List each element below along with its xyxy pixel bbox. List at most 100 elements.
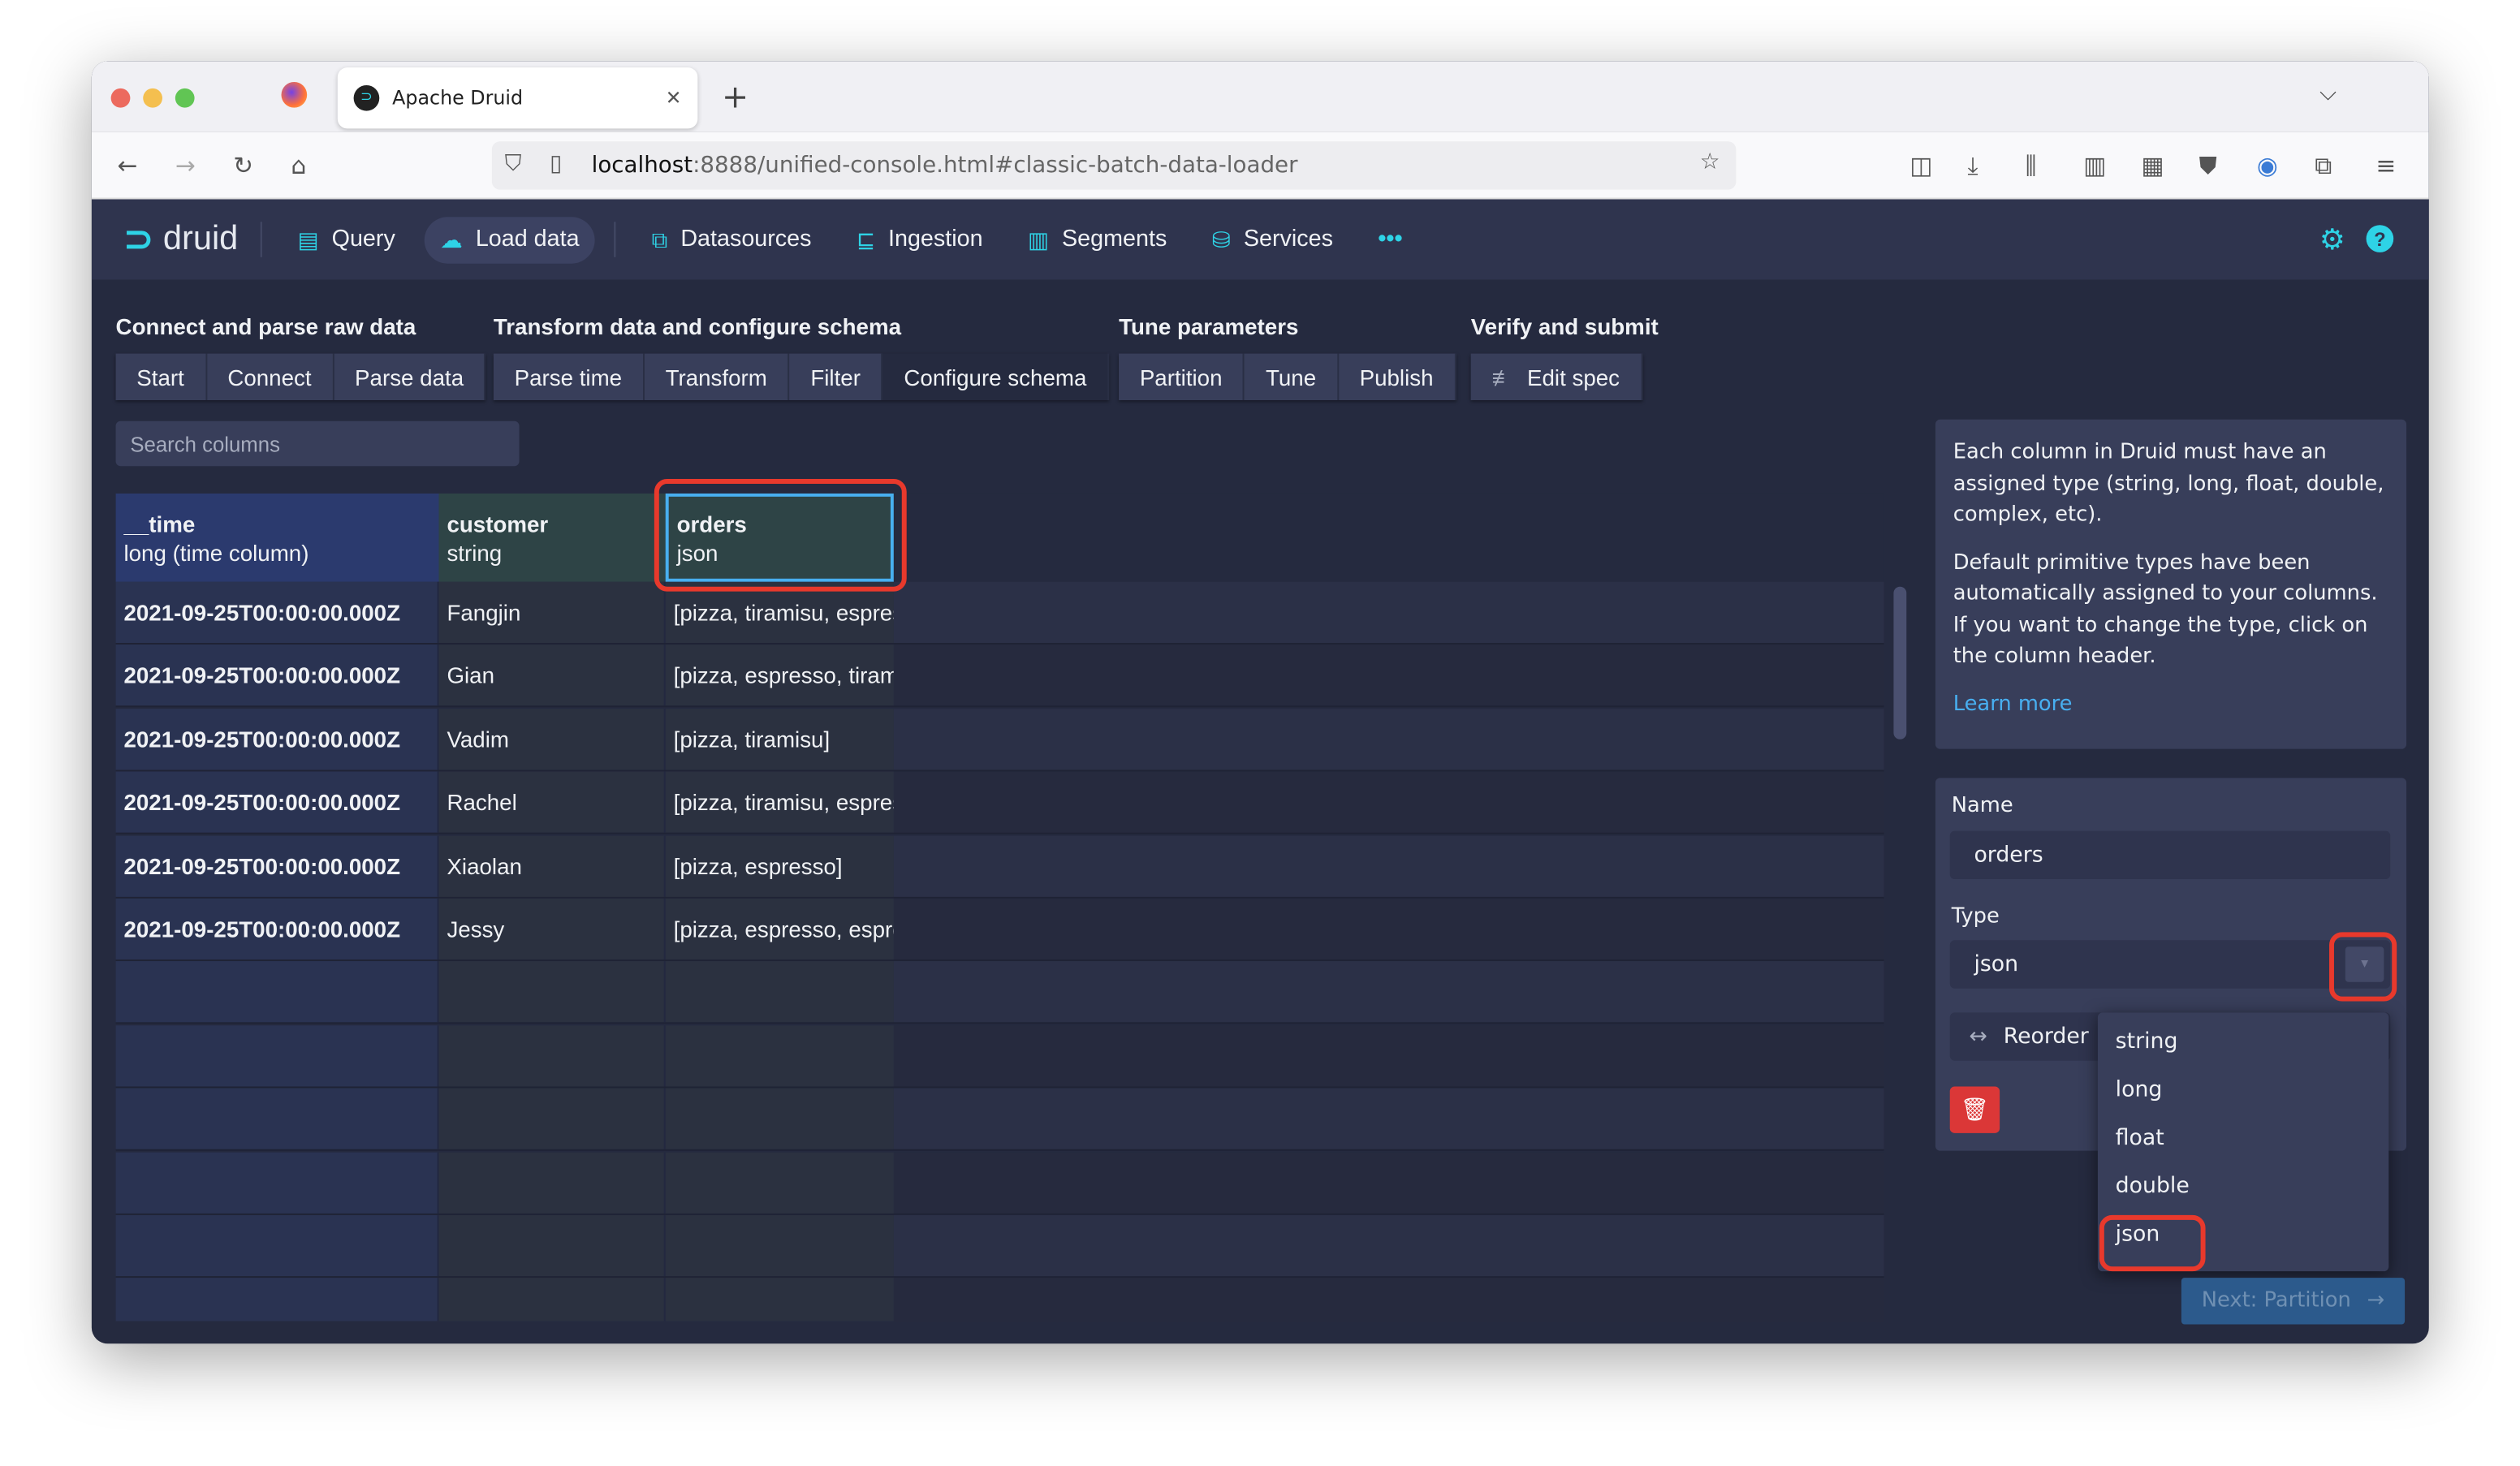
learn-more-link[interactable]: Learn more	[1953, 692, 2073, 716]
table-row: 2021-09-25T00:00:00.000Z Jessy [pizza, esp…	[115, 898, 1884, 962]
empty-row	[115, 1088, 1884, 1152]
forward-icon[interactable]: →	[175, 151, 196, 180]
type-option-float[interactable]: float	[2098, 1114, 2388, 1162]
table-cell: 2021-09-25T00:00:00.000Z	[115, 898, 439, 960]
step-partition[interactable]: Partition	[1119, 353, 1245, 401]
account-icon[interactable]: ◉	[2257, 151, 2278, 180]
divider	[261, 222, 263, 257]
search-columns-input[interactable]: Search columns	[115, 420, 520, 467]
nav-label: Services	[1243, 226, 1333, 252]
table-row: 2021-09-25T00:00:00.000Z Rachel [pizza, ti…	[115, 771, 1884, 834]
nav-label: Query	[331, 226, 395, 252]
tab-list-chevron-icon[interactable]: ⌵	[2319, 80, 2337, 106]
extensions-icon[interactable]: ⧉	[2315, 151, 2332, 180]
row-filler	[893, 771, 1884, 834]
table-cell	[665, 1088, 894, 1150]
table-cell	[665, 1278, 894, 1322]
step-group-verify: ≢ Edit spec	[1470, 353, 1642, 401]
column-header-customer[interactable]: customer string	[438, 493, 666, 582]
nav-datasources[interactable]: ⧉ Datasources	[636, 216, 827, 262]
row-filler	[893, 708, 1884, 770]
type-label: Type	[1951, 904, 2000, 929]
info-text: Each column in Druid must have an assign…	[1953, 440, 2384, 528]
pocket-icon[interactable]: ◫	[1909, 151, 1932, 180]
nav-services[interactable]: ⛁ Services	[1196, 216, 1349, 262]
table-cell: Jessy	[438, 898, 666, 960]
step-transform[interactable]: Transform	[644, 353, 790, 401]
new-tab-button[interactable]: +	[722, 77, 749, 116]
home-icon[interactable]: ⌂	[291, 151, 306, 180]
browser-window: ⊃ Apache Druid ✕ + ⌵ ← → ↻ ⌂ ⛉ ▯ localho…	[91, 61, 2429, 1344]
browser-tab[interactable]: ⊃ Apache Druid ✕	[337, 67, 698, 129]
table-cell	[438, 1024, 666, 1087]
type-option-double[interactable]: double	[2098, 1162, 2388, 1210]
upload-icon: ☁	[440, 226, 463, 252]
row-filler	[893, 1088, 1884, 1150]
type-select[interactable]: json ▾	[1949, 940, 2391, 989]
table-cell: [pizza, tiramisu, espresso]	[665, 771, 894, 834]
type-option-long[interactable]: long	[2098, 1066, 2388, 1114]
nav-label: Load data	[475, 226, 580, 252]
step-parse-data[interactable]: Parse data	[334, 353, 486, 401]
step-group-label: Verify and submit	[1470, 313, 1659, 339]
step-connect[interactable]: Connect	[206, 353, 334, 401]
next-label: Next: Partition	[2201, 1288, 2351, 1313]
bookmark-star-icon[interactable]: ☆	[1700, 149, 1720, 175]
step-start[interactable]: Start	[115, 353, 207, 401]
downloads-icon[interactable]: ⤓	[1968, 151, 1978, 180]
table-cell: Fangjin	[438, 581, 666, 643]
menu-icon[interactable]: ≡	[2375, 151, 2396, 180]
library-icon[interactable]: ⫼	[2026, 151, 2037, 180]
empty-row	[115, 1024, 1884, 1089]
extension-grid-icon[interactable]: ▦	[2141, 151, 2164, 180]
minimize-window-button[interactable]	[143, 88, 162, 108]
close-window-button[interactable]	[110, 88, 131, 108]
table-cell: Gian	[438, 645, 666, 706]
help-icon[interactable]: ?	[2366, 225, 2394, 252]
row-filler	[893, 1151, 1884, 1214]
sidebar-icon[interactable]: ▥	[2083, 151, 2106, 180]
back-icon[interactable]: ←	[118, 151, 138, 180]
step-configure-schema[interactable]: Configure schema	[882, 353, 1110, 401]
name-input[interactable]: orders	[1949, 830, 2391, 880]
ublock-icon[interactable]: ⛊	[2199, 151, 2217, 180]
step-tune[interactable]: Tune	[1245, 353, 1339, 401]
step-group-tune: Partition Tune Publish	[1119, 353, 1456, 401]
table-cell	[438, 1088, 666, 1150]
nav-label: Datasources	[680, 226, 812, 252]
segments-icon: ▥	[1027, 226, 1050, 252]
step-group-label: Transform data and configure schema	[493, 313, 902, 339]
maximize-window-button[interactable]	[175, 88, 195, 108]
close-tab-icon[interactable]: ✕	[666, 87, 682, 110]
delete-trash-icon[interactable]: 🗑	[1949, 1086, 2000, 1133]
table-scrollbar[interactable]	[1893, 586, 1907, 739]
info-text: Default primitive types have been automa…	[1953, 550, 2378, 669]
tab-bar: ⊃ Apache Druid ✕ + ⌵	[91, 61, 2429, 132]
step-parse-time[interactable]: Parse time	[493, 353, 645, 401]
type-option-string[interactable]: string	[2098, 1017, 2388, 1065]
url-bar[interactable]: ⛉ ▯ localhost:8888/unified-console.html#…	[491, 141, 1737, 190]
shield-icon: ⛉	[504, 151, 522, 177]
nav-load-data[interactable]: ☁ Load data	[424, 216, 596, 263]
step-group-connect: Start Connect Parse data	[115, 353, 486, 401]
nav-segments[interactable]: ▥ Segments	[1012, 216, 1183, 262]
empty-row	[115, 1151, 1884, 1215]
column-header-time[interactable]: __time long (time column)	[115, 493, 439, 582]
druid-logo[interactable]: ⊃ druid	[123, 218, 238, 260]
nav-ingestion[interactable]: ⊑ Ingestion	[840, 216, 999, 262]
table-cell: [pizza, espresso]	[665, 834, 894, 897]
table-header: __time long (time column) customer string …	[115, 493, 1884, 582]
settings-gear-icon[interactable]: ⚙	[2319, 223, 2345, 257]
step-edit-spec[interactable]: ≢ Edit spec	[1470, 353, 1642, 401]
edit-spec-icon: ≢	[1491, 364, 1515, 390]
step-publish[interactable]: Publish	[1338, 353, 1456, 401]
step-filter[interactable]: Filter	[789, 353, 883, 401]
more-nav-button[interactable]: •••	[1362, 217, 1419, 261]
highlight-orders-header	[654, 479, 907, 592]
step-group-label: Tune parameters	[1119, 313, 1299, 339]
header-filler	[893, 493, 1884, 582]
reload-icon[interactable]: ↻	[233, 151, 253, 180]
row-filler	[893, 1278, 1884, 1322]
next-partition-button[interactable]: Next: Partition →	[2181, 1278, 2406, 1325]
nav-query[interactable]: ▤ Query	[282, 216, 412, 262]
